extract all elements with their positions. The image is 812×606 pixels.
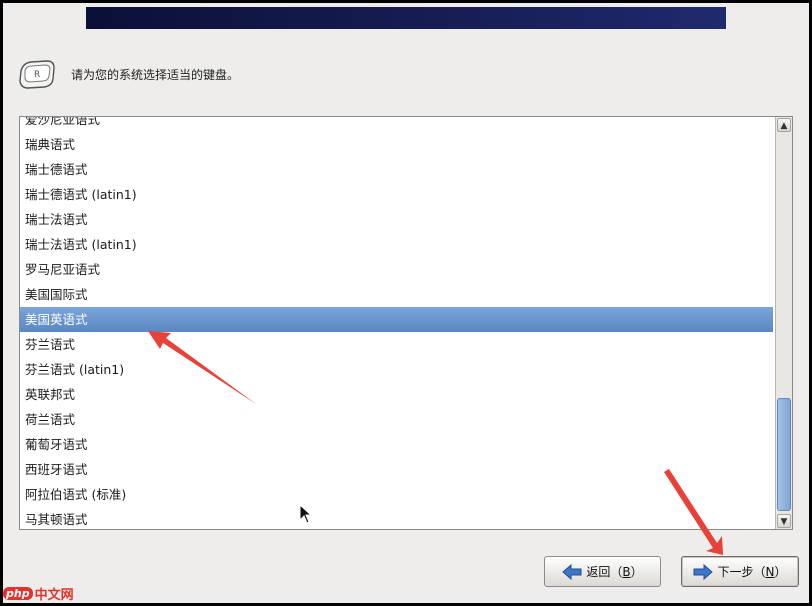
- list-item[interactable]: 瑞士法语式: [20, 207, 773, 232]
- list-item[interactable]: 芬兰语式 (latin1): [20, 357, 773, 382]
- list-item[interactable]: 美国国际式: [20, 282, 773, 307]
- list-item[interactable]: 瑞士德语式 (latin1): [20, 182, 773, 207]
- scroll-up-button[interactable]: ▲: [777, 118, 791, 132]
- list-item[interactable]: 瑞典语式: [20, 132, 773, 157]
- keyboard-icon: R: [19, 60, 55, 89]
- list-item[interactable]: 葡萄牙语式: [20, 432, 773, 457]
- keyboard-list[interactable]: 爱沙尼亚语式 瑞典语式 瑞士德语式 瑞士德语式 (latin1) 瑞士法语式 瑞士法语式 …: [20, 117, 773, 529]
- installer-screen: R 请为您的系统选择适当的键盘。 爱沙尼亚语式 瑞典语式 瑞士德语式 瑞士德语式 (l…: [3, 3, 809, 603]
- back-button[interactable]: 返回（B）: [544, 556, 661, 587]
- scroll-down-button[interactable]: ▼: [777, 514, 791, 528]
- list-item-selected[interactable]: 美国英语式: [20, 307, 773, 332]
- top-banner: [86, 7, 726, 29]
- list-item[interactable]: 英联邦式: [20, 382, 773, 407]
- back-button-label: 返回（B）: [586, 565, 643, 579]
- list-item[interactable]: 西班牙语式: [20, 457, 773, 482]
- list-item[interactable]: 荷兰语式: [20, 407, 773, 432]
- page-prompt: 请为您的系统选择适当的键盘。: [71, 67, 240, 82]
- mouse-cursor-icon: [299, 504, 313, 524]
- next-button[interactable]: 下一步（N）: [681, 556, 799, 587]
- list-item[interactable]: 瑞士法语式 (latin1): [20, 232, 773, 257]
- list-item[interactable]: 瑞士德语式: [20, 157, 773, 182]
- list-item[interactable]: 芬兰语式: [20, 332, 773, 357]
- svg-text:R: R: [34, 70, 40, 80]
- vertical-scrollbar[interactable]: ▲ ▼: [775, 117, 792, 529]
- list-item[interactable]: 阿拉伯语式 (标准): [20, 482, 773, 507]
- list-item[interactable]: 罗马尼亚语式: [20, 257, 773, 282]
- keyboard-listbox[interactable]: 爱沙尼亚语式 瑞典语式 瑞士德语式 瑞士德语式 (latin1) 瑞士法语式 瑞士法语式 …: [19, 116, 793, 530]
- next-button-label: 下一步（N）: [717, 565, 787, 579]
- header: R 请为您的系统选择适当的键盘。: [17, 55, 239, 93]
- watermark: php 中文网: [3, 583, 74, 603]
- list-item[interactable]: 马其顿语式: [20, 507, 773, 529]
- list-item[interactable]: 爱沙尼亚语式: [20, 117, 773, 132]
- arrow-right-icon: [693, 563, 714, 580]
- arrow-left-icon: [562, 563, 582, 580]
- scroll-thumb[interactable]: [777, 398, 791, 511]
